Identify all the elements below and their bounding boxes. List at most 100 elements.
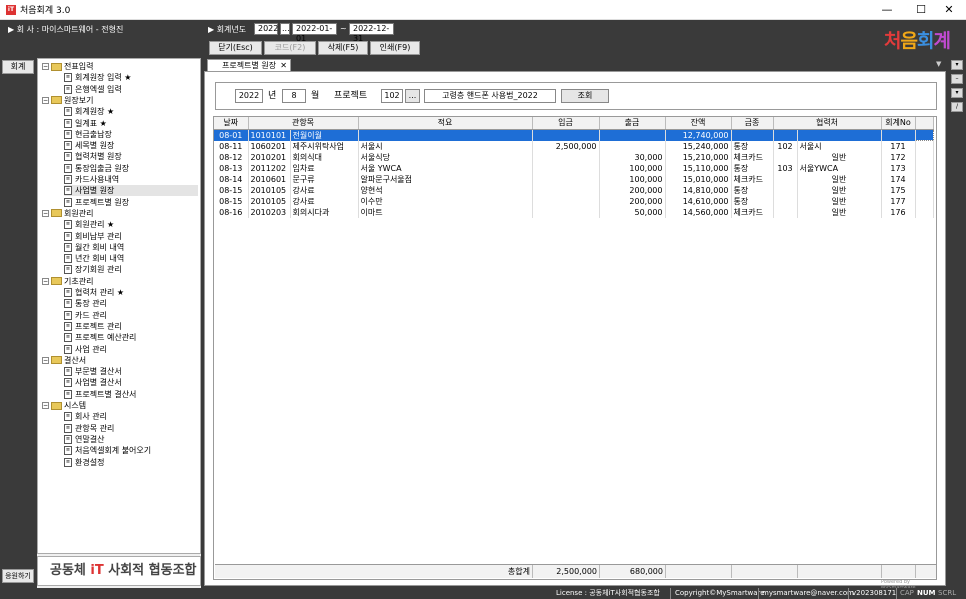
- collapse-icon[interactable]: −: [42, 356, 49, 364]
- delete-f5-button[interactable]: 삭제(F5): [318, 41, 368, 55]
- tree-item[interactable]: ≡ 부문별 결산서: [64, 366, 198, 377]
- collapse-icon[interactable]: −: [42, 63, 49, 70]
- accounting-nav-button[interactable]: 회계: [2, 60, 34, 74]
- tree-item[interactable]: ≡ 카드 관리: [64, 310, 198, 321]
- tree-item[interactable]: ≡ 회계원장 ★: [64, 106, 198, 117]
- cell-date: 08-15: [214, 184, 249, 196]
- tree-item[interactable]: ≡ 회사 관리: [64, 411, 198, 422]
- cell-memo: 서울식당: [358, 151, 533, 163]
- date-from-field[interactable]: 2022-01-01: [292, 23, 337, 43]
- table-row[interactable]: 08-16 2010203 회의시다과 이마트 50,000 14,560,000 체크카드…: [214, 206, 934, 218]
- collapse-icon[interactable]: −: [42, 402, 49, 409]
- project-lookup-button[interactable]: ...: [405, 89, 420, 103]
- tree-item[interactable]: ≡ 회원관리 ★: [64, 219, 198, 230]
- project-name-field[interactable]: 고령층 핸드폰 사용법_2022: [424, 89, 556, 103]
- collapse-icon[interactable]: −: [42, 209, 49, 217]
- right-tool-2[interactable]: –: [951, 74, 963, 84]
- column-header[interactable]: 잔액: [665, 117, 732, 130]
- cell-deposit: [532, 129, 600, 141]
- cell-spacer: [915, 195, 934, 207]
- close-button[interactable]: ✕: [932, 0, 966, 20]
- column-header[interactable]: 금종: [731, 117, 774, 130]
- fiscal-year-lookup-button[interactable]: ...: [280, 23, 290, 35]
- tree-item[interactable]: ≡ 프로젝트 예산관리: [64, 332, 198, 343]
- cell-withdraw: [599, 129, 666, 141]
- tree-item[interactable]: ≡ 협력처 관리 ★: [64, 287, 198, 298]
- minimize-button[interactable]: —: [870, 0, 904, 20]
- tree-item[interactable]: ≡ 은행엑셀 입력: [64, 84, 198, 95]
- tree-folder[interactable]: − 회원관리: [42, 208, 198, 219]
- table-row[interactable]: 08-15 2010105 강사료 이수만 200,000 14,610,000 통장 일반 1…: [214, 195, 934, 207]
- tree-item[interactable]: ≡ 세목별 원장: [64, 140, 198, 151]
- column-header[interactable]: 출금: [599, 117, 666, 130]
- tree-item[interactable]: ≡ 카드사용내역: [64, 174, 198, 185]
- date-to-field[interactable]: 2022-12-31: [349, 23, 394, 43]
- year-field[interactable]: 2022: [235, 89, 263, 103]
- tree-label: 시스템: [64, 401, 87, 410]
- tree-folder[interactable]: − 기초관리: [42, 276, 198, 287]
- month-field[interactable]: 8: [282, 89, 306, 103]
- tree-item[interactable]: ≡ 사업별 원장: [64, 185, 198, 197]
- column-header[interactable]: 입금: [532, 117, 600, 130]
- tree-item[interactable]: ≡ 회계원장 입력 ★: [64, 72, 198, 83]
- cell-code: 2010203: [248, 206, 291, 218]
- table-row[interactable]: 08-01 1010101 전월이월 12,740,000: [214, 128, 934, 141]
- tree-item[interactable]: ≡ 장기회원 관리: [64, 264, 198, 275]
- tree-item[interactable]: ≡ 처음엑셀회계 불어오기: [64, 445, 198, 456]
- tree-item[interactable]: ≡ 사업별 결산서: [64, 377, 198, 388]
- right-tool-4[interactable]: /: [951, 102, 963, 112]
- tree-item[interactable]: ≡ 통장입출금 원장: [64, 163, 198, 174]
- collapse-icon[interactable]: −: [42, 277, 49, 285]
- tree-item[interactable]: ≡ 프로젝트별 원장: [64, 197, 198, 208]
- tree-item[interactable]: ≡ 통장 관리: [64, 298, 198, 309]
- tree-label: 회계원장 입력 ★: [75, 73, 132, 83]
- tree-item[interactable]: ≡ 회비납부 관리: [64, 231, 198, 242]
- tree-item[interactable]: ≡ 년간 회비 내역: [64, 253, 198, 264]
- cell-partner: 서울시: [797, 140, 882, 152]
- tree-folder[interactable]: − 시스템: [42, 400, 198, 411]
- tree-folder[interactable]: − 원장보기: [42, 95, 198, 106]
- close-esc-button[interactable]: 닫기(Esc): [209, 41, 262, 55]
- right-tool-3[interactable]: ▾: [951, 88, 963, 98]
- tree-item[interactable]: ≡ 환경설정: [64, 457, 198, 468]
- support-nav-button[interactable]: 응원하기: [2, 569, 34, 583]
- fiscal-year-field[interactable]: 2022: [254, 23, 278, 35]
- search-button[interactable]: 조회: [561, 89, 609, 103]
- column-header[interactable]: 관항목: [248, 117, 359, 130]
- column-header[interactable]: 협력처: [773, 117, 882, 130]
- tree-item[interactable]: ≡ 연말결산: [64, 434, 198, 445]
- column-header[interactable]: 회계No: [881, 117, 916, 130]
- license-text: License : 공동체iT사회적협동조합: [556, 589, 660, 597]
- tree-item[interactable]: ≡ 일계표 ★: [64, 118, 198, 129]
- app-logo: 처음회계: [884, 26, 951, 53]
- table-row[interactable]: 08-12 2010201 회의식대 서울식당 30,000 15,210,000 체크카드…: [214, 151, 934, 163]
- tree-folder[interactable]: − 전표입력: [42, 61, 198, 72]
- print-f9-button[interactable]: 인쇄(F9): [370, 41, 420, 55]
- tree-item[interactable]: ≡ 관항목 관리: [64, 423, 198, 434]
- table-row[interactable]: 08-11 1060201 제주시위탁사업 서울시 2,500,000 15,240,00…: [214, 140, 934, 152]
- tree-item[interactable]: ≡ 프로젝트별 결산서: [64, 389, 198, 400]
- tree-label: 통장 관리: [75, 299, 107, 309]
- tree-folder[interactable]: − 결산서: [42, 355, 198, 366]
- tree-item[interactable]: ≡ 월간 회비 내역: [64, 242, 198, 253]
- table-row[interactable]: 08-14 2010601 문구류 알파문구서울점 100,000 15,010,000 체…: [214, 173, 934, 185]
- tree-item[interactable]: ≡ 사업 관리: [64, 344, 198, 355]
- tree-item[interactable]: ≡ 현금출납장: [64, 129, 198, 140]
- collapse-icon[interactable]: −: [42, 96, 49, 104]
- table-row[interactable]: 08-13 2011202 임차료 서울 YWCA 100,000 15,110,000 통…: [214, 162, 934, 174]
- table-row[interactable]: 08-15 2010105 강사료 양현석 200,000 14,810,000 통장 일반 1…: [214, 184, 934, 196]
- column-header[interactable]: 적요: [358, 117, 533, 130]
- tab-dropdown-icon[interactable]: ▼: [936, 60, 941, 68]
- cell-code: 1060201: [248, 140, 291, 152]
- document-icon: ≡: [64, 163, 72, 173]
- column-header[interactable]: 날짜: [214, 117, 249, 130]
- ledger-panel: 2022 년 8 월 프로젝트 102 ... 고령층 핸드폰 사용법_2022…: [204, 71, 946, 591]
- project-code-field[interactable]: 102: [381, 89, 403, 103]
- tree-item[interactable]: ≡ 협력처별 원장: [64, 151, 198, 162]
- right-tool-1[interactable]: ▾: [951, 60, 963, 70]
- tree-item[interactable]: ≡ 프로젝트 관리: [64, 321, 198, 332]
- cell-code: 2011202: [248, 162, 291, 174]
- tab-project-ledger[interactable]: 프로젝트별 원장 ✕: [207, 59, 291, 71]
- code-f2-button[interactable]: 코드(F2): [264, 41, 316, 55]
- tab-close-icon[interactable]: ✕: [280, 60, 287, 71]
